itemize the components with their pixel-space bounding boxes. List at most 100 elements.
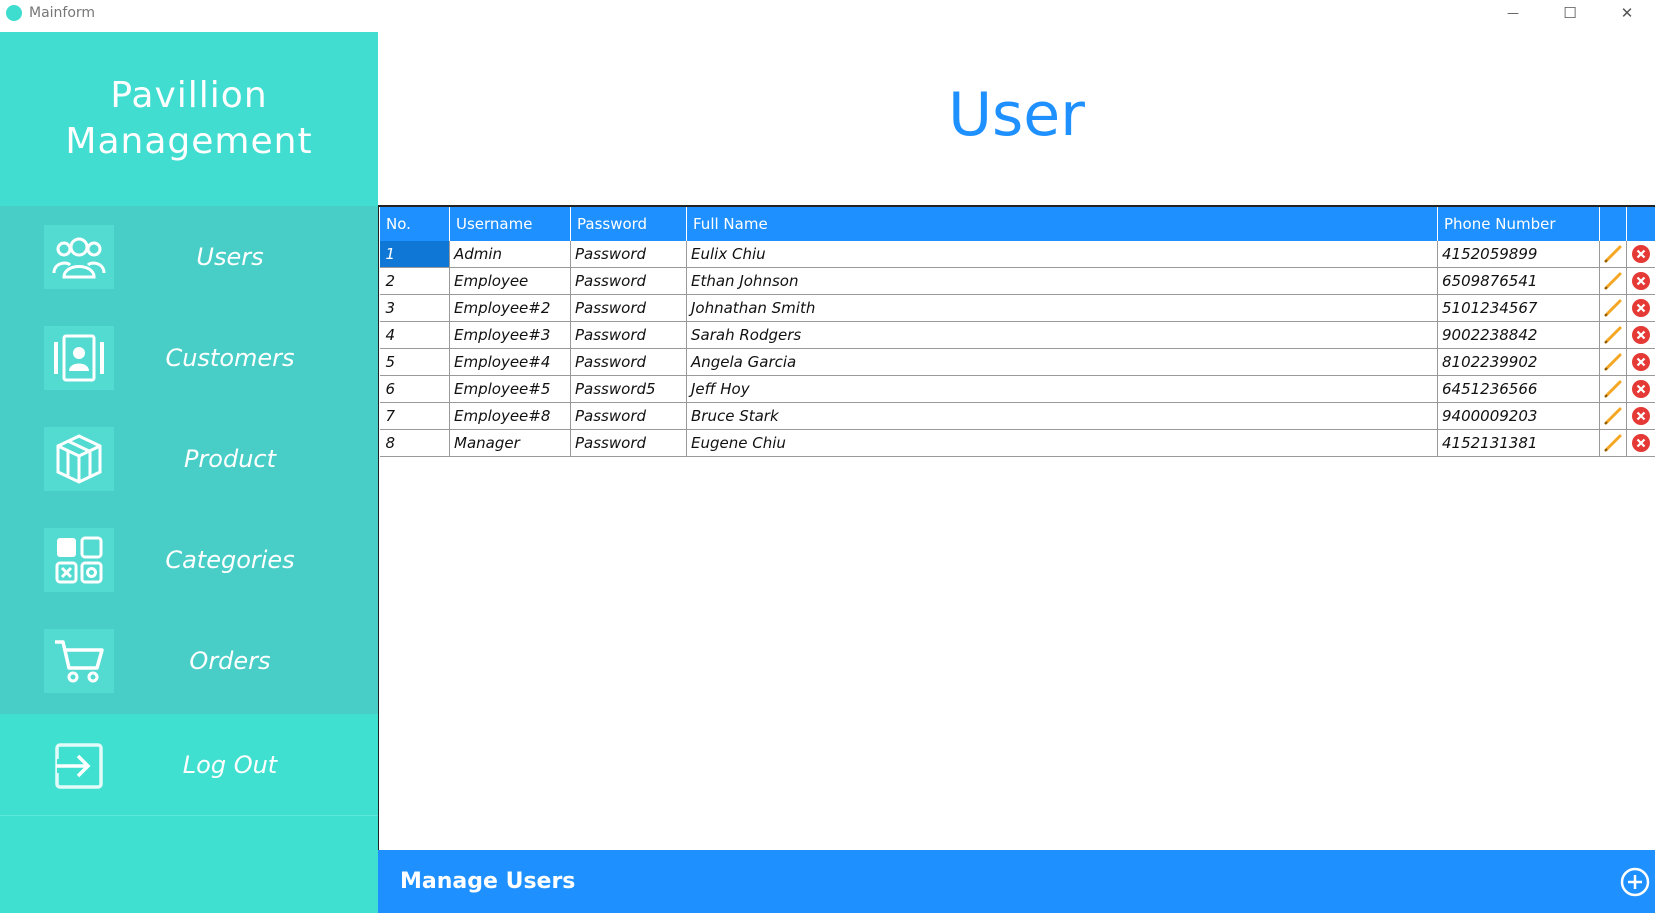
cell-password[interactable]: Password (570, 321, 687, 349)
table-row[interactable]: 4 Employee#3 Password Sarah Rodgers 90022388… (379, 321, 1655, 349)
cell-no[interactable]: 2 (379, 267, 450, 295)
edit-pencil-icon[interactable] (1602, 405, 1624, 427)
edit-cell (1599, 348, 1627, 376)
cell-username[interactable]: Employee#2 (449, 294, 571, 322)
edit-pencil-icon[interactable] (1602, 324, 1624, 346)
cell-username[interactable]: Employee#8 (449, 402, 571, 430)
edit-pencil-icon[interactable] (1602, 297, 1624, 319)
cell-phone-number[interactable]: 9400009203 (1437, 402, 1600, 430)
cell-full-name[interactable]: Eugene Chiu (686, 429, 1438, 457)
column-header-phone-number[interactable]: Phone Number (1437, 207, 1600, 241)
maximize-button[interactable]: ☐ (1541, 0, 1599, 26)
cell-phone-number[interactable]: 4152059899 (1437, 241, 1600, 268)
delete-circle-icon[interactable] (1630, 405, 1652, 427)
column-header-no[interactable]: No. (379, 207, 450, 241)
minimize-button[interactable]: — (1484, 0, 1542, 26)
logout-label: Log Out (182, 750, 278, 779)
sidebar-item-customers[interactable]: Customers (0, 307, 378, 408)
sidebar-nav: Users Customers Product Categories Order… (0, 206, 378, 714)
manage-users-bar: Manage Users (378, 850, 1655, 913)
logout-button[interactable]: Log Out (0, 714, 378, 816)
table-header-row: No. Username Password Full Name Phone Nu… (379, 207, 1655, 241)
cell-username[interactable]: Employee#5 (449, 375, 571, 403)
cell-phone-number[interactable]: 5101234567 (1437, 294, 1600, 322)
delete-cell (1626, 241, 1655, 268)
maximize-icon: ☐ (1563, 4, 1577, 22)
delete-circle-icon[interactable] (1630, 351, 1652, 373)
cell-password[interactable]: Password (570, 294, 687, 322)
edit-pencil-icon[interactable] (1602, 243, 1624, 265)
cell-no[interactable]: 8 (379, 429, 450, 457)
table-row[interactable]: 7 Employee#8 Password Bruce Stark 9400009203 (379, 402, 1655, 430)
cell-full-name[interactable]: Sarah Rodgers (686, 321, 1438, 349)
cell-username[interactable]: Employee#4 (449, 348, 571, 376)
delete-circle-icon[interactable] (1630, 432, 1652, 454)
edit-pencil-icon[interactable] (1602, 432, 1624, 454)
cell-password[interactable]: Password (570, 429, 687, 457)
cell-phone-number[interactable]: 6451236566 (1437, 375, 1600, 403)
sidebar: Pavillion Management Users Customers Pro… (0, 32, 378, 913)
edit-pencil-icon[interactable] (1602, 378, 1624, 400)
table-row[interactable]: 3 Employee#2 Password Johnathan Smith 510123… (379, 294, 1655, 322)
cell-full-name[interactable]: Angela Garcia (686, 348, 1438, 376)
sidebar-item-orders[interactable]: Orders (0, 610, 378, 711)
cell-username[interactable]: Manager (449, 429, 571, 457)
cell-full-name[interactable]: Bruce Stark (686, 402, 1438, 430)
users-grid[interactable]: No. Username Password Full Name Phone Nu… (378, 205, 1655, 850)
cell-password[interactable]: Password (570, 348, 687, 376)
close-button[interactable]: ✕ (1598, 0, 1655, 26)
delete-circle-icon[interactable] (1630, 270, 1652, 292)
cell-password[interactable]: Password (570, 402, 687, 430)
delete-circle-icon[interactable] (1630, 243, 1652, 265)
cell-username[interactable]: Employee#3 (449, 321, 571, 349)
column-header-edit (1599, 207, 1627, 241)
delete-circle-icon[interactable] (1630, 297, 1652, 319)
cell-phone-number[interactable]: 4152131381 (1437, 429, 1600, 457)
table-row[interactable]: 5 Employee#4 Password Angela Garcia 81022399… (379, 348, 1655, 376)
close-icon: ✕ (1620, 4, 1634, 22)
sidebar-item-users[interactable]: Users (0, 206, 378, 307)
window-title: Mainform (29, 5, 96, 21)
cell-password[interactable]: Password5 (570, 375, 687, 403)
cell-no[interactable]: 3 (379, 294, 450, 322)
column-header-username[interactable]: Username (449, 207, 571, 241)
add-circle-icon[interactable] (1619, 866, 1651, 898)
edit-pencil-icon[interactable] (1602, 270, 1624, 292)
table-row[interactable]: 1 Admin Password Eulix Chiu 4152059899 (379, 241, 1655, 268)
minimize-icon: — (1507, 6, 1519, 20)
cell-phone-number[interactable]: 9002238842 (1437, 321, 1600, 349)
edit-cell (1599, 241, 1627, 268)
manage-users-title: Manage Users (400, 869, 576, 894)
cell-full-name[interactable]: Ethan Johnson (686, 267, 1438, 295)
edit-pencil-icon[interactable] (1602, 351, 1624, 373)
delete-circle-icon[interactable] (1630, 378, 1652, 400)
cell-no[interactable]: 6 (379, 375, 450, 403)
cell-password[interactable]: Password (570, 241, 687, 268)
table-row[interactable]: 2 Employee Password Ethan Johnson 6509876541 (379, 267, 1655, 295)
cell-full-name[interactable]: Eulix Chiu (686, 241, 1438, 268)
column-header-password[interactable]: Password (570, 207, 687, 241)
cell-username[interactable]: Employee (449, 267, 571, 295)
cell-password[interactable]: Password (570, 267, 687, 295)
table-row[interactable]: 6 Employee#5 Password5 Jeff Hoy 6451236566 (379, 375, 1655, 403)
cell-no[interactable]: 7 (379, 402, 450, 430)
sidebar-item-product[interactable]: Product (0, 408, 378, 509)
table-row[interactable]: 8 Manager Password Eugene Chiu 4152131381 (379, 429, 1655, 457)
column-header-full-name[interactable]: Full Name (686, 207, 1438, 241)
cell-full-name[interactable]: Johnathan Smith (686, 294, 1438, 322)
cell-phone-number[interactable]: 8102239902 (1437, 348, 1600, 376)
sidebar-item-label: Categories (165, 545, 295, 574)
cell-full-name[interactable]: Jeff Hoy (686, 375, 1438, 403)
page-title: User (948, 80, 1085, 150)
edit-cell (1599, 375, 1627, 403)
cell-no[interactable]: 4 (379, 321, 450, 349)
cell-username[interactable]: Admin (449, 241, 571, 268)
sidebar-item-categories[interactable]: Categories (0, 509, 378, 610)
edit-cell (1599, 429, 1627, 457)
app-icon (6, 5, 22, 21)
delete-circle-icon[interactable] (1630, 324, 1652, 346)
brand-line-1: Pavillion (110, 75, 268, 116)
cell-phone-number[interactable]: 6509876541 (1437, 267, 1600, 295)
cell-no[interactable]: 1 (379, 241, 450, 268)
cell-no[interactable]: 5 (379, 348, 450, 376)
